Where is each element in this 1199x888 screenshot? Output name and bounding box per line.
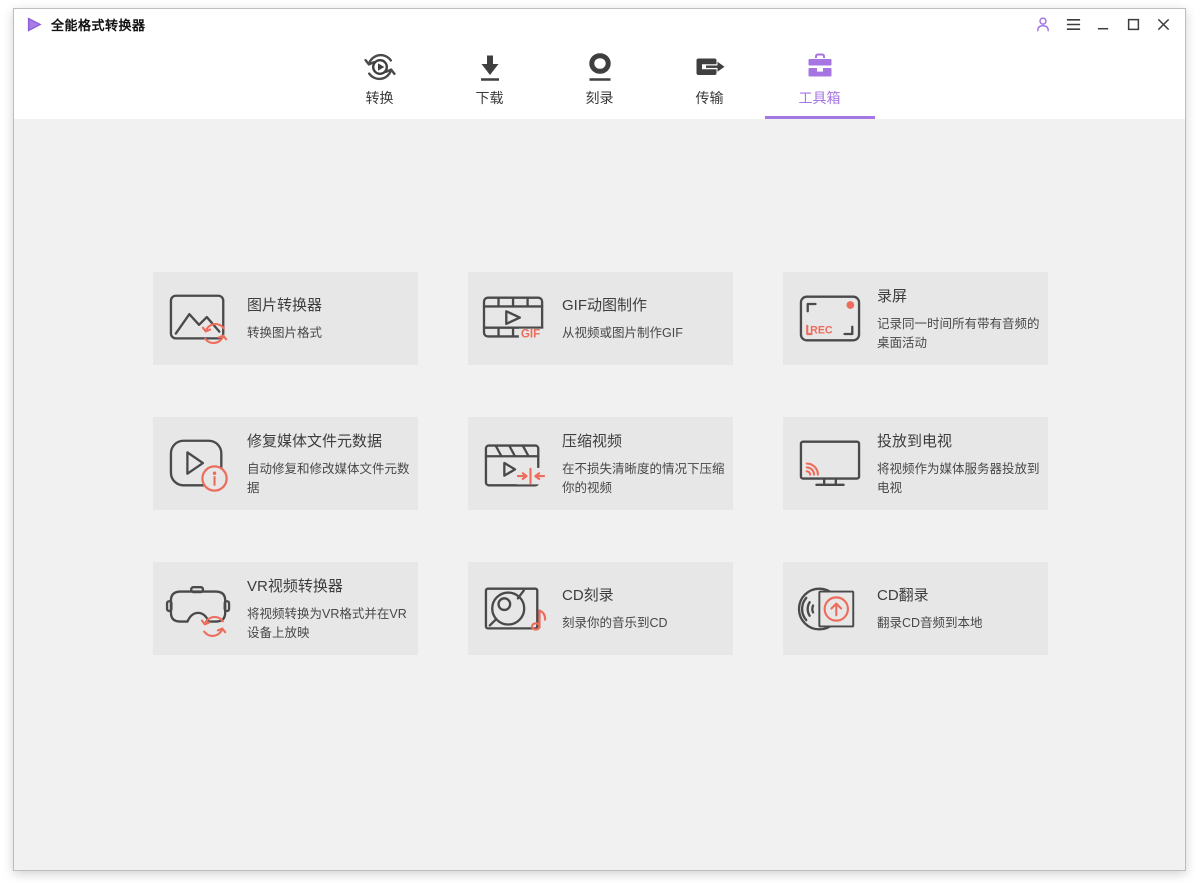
cd-rip-icon [783, 578, 877, 640]
toolbox-panel: 图片转换器 转换图片格式 GIF GIF动图制作 从视频或图片制作GIF REC… [14, 119, 1185, 870]
tab-label: 传输 [695, 90, 724, 106]
card-title: CD刻录 [562, 587, 614, 605]
burn-icon [584, 50, 616, 84]
tab-convert[interactable]: 转换 [325, 39, 435, 119]
compress-video-icon [468, 433, 562, 495]
card-subtitle: 从视频或图片制作GIF [562, 326, 683, 341]
tab-label: 刻录 [585, 90, 614, 106]
card-subtitle: 记录同一时间所有带有音频的桌面活动 [877, 317, 1040, 350]
card-subtitle: 翻录CD音频到本地 [877, 616, 983, 631]
card-subtitle: 在不损失清晰度的情况下压缩你的视频 [562, 462, 725, 495]
user-icon [1037, 17, 1049, 32]
svg-text:GIF: GIF [521, 327, 540, 340]
card-cd-burn[interactable]: CD刻录 刻录你的音乐到CD [468, 562, 733, 655]
tab-transfer[interactable]: 传输 [655, 39, 765, 119]
card-screen-record[interactable]: REC 录屏 记录同一时间所有带有音频的桌面活动 [783, 272, 1048, 365]
cd-burn-icon [468, 578, 562, 640]
close-button[interactable] [1151, 12, 1175, 36]
tab-label: 下载 [475, 90, 504, 106]
card-title: CD翻录 [877, 587, 929, 605]
card-subtitle: 将视频转换为VR格式并在VR设备上放映 [247, 607, 407, 640]
card-title: 投放到电视 [877, 433, 953, 451]
maximize-icon [1127, 18, 1139, 30]
minimize-button[interactable] [1091, 12, 1115, 36]
tool-grid: 图片转换器 转换图片格式 GIF GIF动图制作 从视频或图片制作GIF REC… [153, 272, 1185, 655]
card-title: 修复媒体文件元数据 [247, 433, 383, 451]
card-fix-metadata[interactable]: 修复媒体文件元数据 自动修复和修改媒体文件元数据 [153, 417, 418, 510]
active-tab-underline [764, 116, 875, 119]
card-subtitle: 自动修复和修改媒体文件元数据 [247, 462, 410, 495]
card-cast-to-tv[interactable]: 投放到电视 将视频作为媒体服务器投放到电视 [783, 417, 1048, 510]
svg-text:REC: REC [810, 324, 833, 336]
tab-burn[interactable]: 刻录 [545, 39, 655, 119]
app-title: 全能格式转换器 [51, 17, 146, 33]
card-compress-video[interactable]: 压缩视频 在不损失清晰度的情况下压缩你的视频 [468, 417, 733, 510]
vr-converter-icon [153, 578, 247, 640]
screen-record-icon: REC [783, 288, 877, 350]
card-subtitle: 转换图片格式 [247, 326, 323, 341]
transfer-icon [694, 50, 726, 84]
minimize-icon [1097, 27, 1108, 29]
fix-metadata-icon [153, 433, 247, 495]
card-image-converter[interactable]: 图片转换器 转换图片格式 [153, 272, 418, 365]
tab-download[interactable]: 下载 [435, 39, 545, 119]
convert-icon [363, 50, 396, 84]
gif-maker-icon: GIF [468, 288, 562, 350]
card-subtitle: 刻录你的音乐到CD [562, 616, 668, 631]
download-icon [474, 50, 506, 84]
hamburger-icon [1066, 18, 1080, 30]
card-title: 图片转换器 [247, 297, 323, 315]
tab-label: 转换 [365, 90, 394, 106]
account-button[interactable] [1031, 12, 1055, 36]
app-window: 全能格式转换器 转换 下载 刻录 传输 工具箱 图片转换器 转换图片格式 GIF… [13, 8, 1186, 871]
menu-button[interactable] [1061, 12, 1085, 36]
tab-toolbox[interactable]: 工具箱 [764, 39, 875, 119]
main-nav: 转换 下载 刻录 传输 工具箱 [14, 39, 1185, 119]
card-vr-converter[interactable]: VR视频转换器 将视频转换为VR格式并在VR设备上放映 [153, 562, 418, 655]
close-icon [1157, 18, 1169, 30]
image-converter-icon [153, 288, 247, 350]
titlebar: 全能格式转换器 [14, 9, 1185, 39]
app-logo-icon [27, 16, 42, 32]
toolbox-icon [804, 50, 836, 84]
tab-label: 工具箱 [798, 90, 841, 106]
maximize-button[interactable] [1121, 12, 1145, 36]
card-title: GIF动图制作 [562, 297, 647, 315]
card-title: VR视频转换器 [247, 578, 343, 596]
card-gif-maker[interactable]: GIF GIF动图制作 从视频或图片制作GIF [468, 272, 733, 365]
card-title: 录屏 [877, 288, 908, 306]
card-subtitle: 将视频作为媒体服务器投放到电视 [877, 462, 1040, 495]
card-cd-rip[interactable]: CD翻录 翻录CD音频到本地 [783, 562, 1048, 655]
card-title: 压缩视频 [562, 433, 623, 451]
cast-to-tv-icon [783, 433, 877, 495]
